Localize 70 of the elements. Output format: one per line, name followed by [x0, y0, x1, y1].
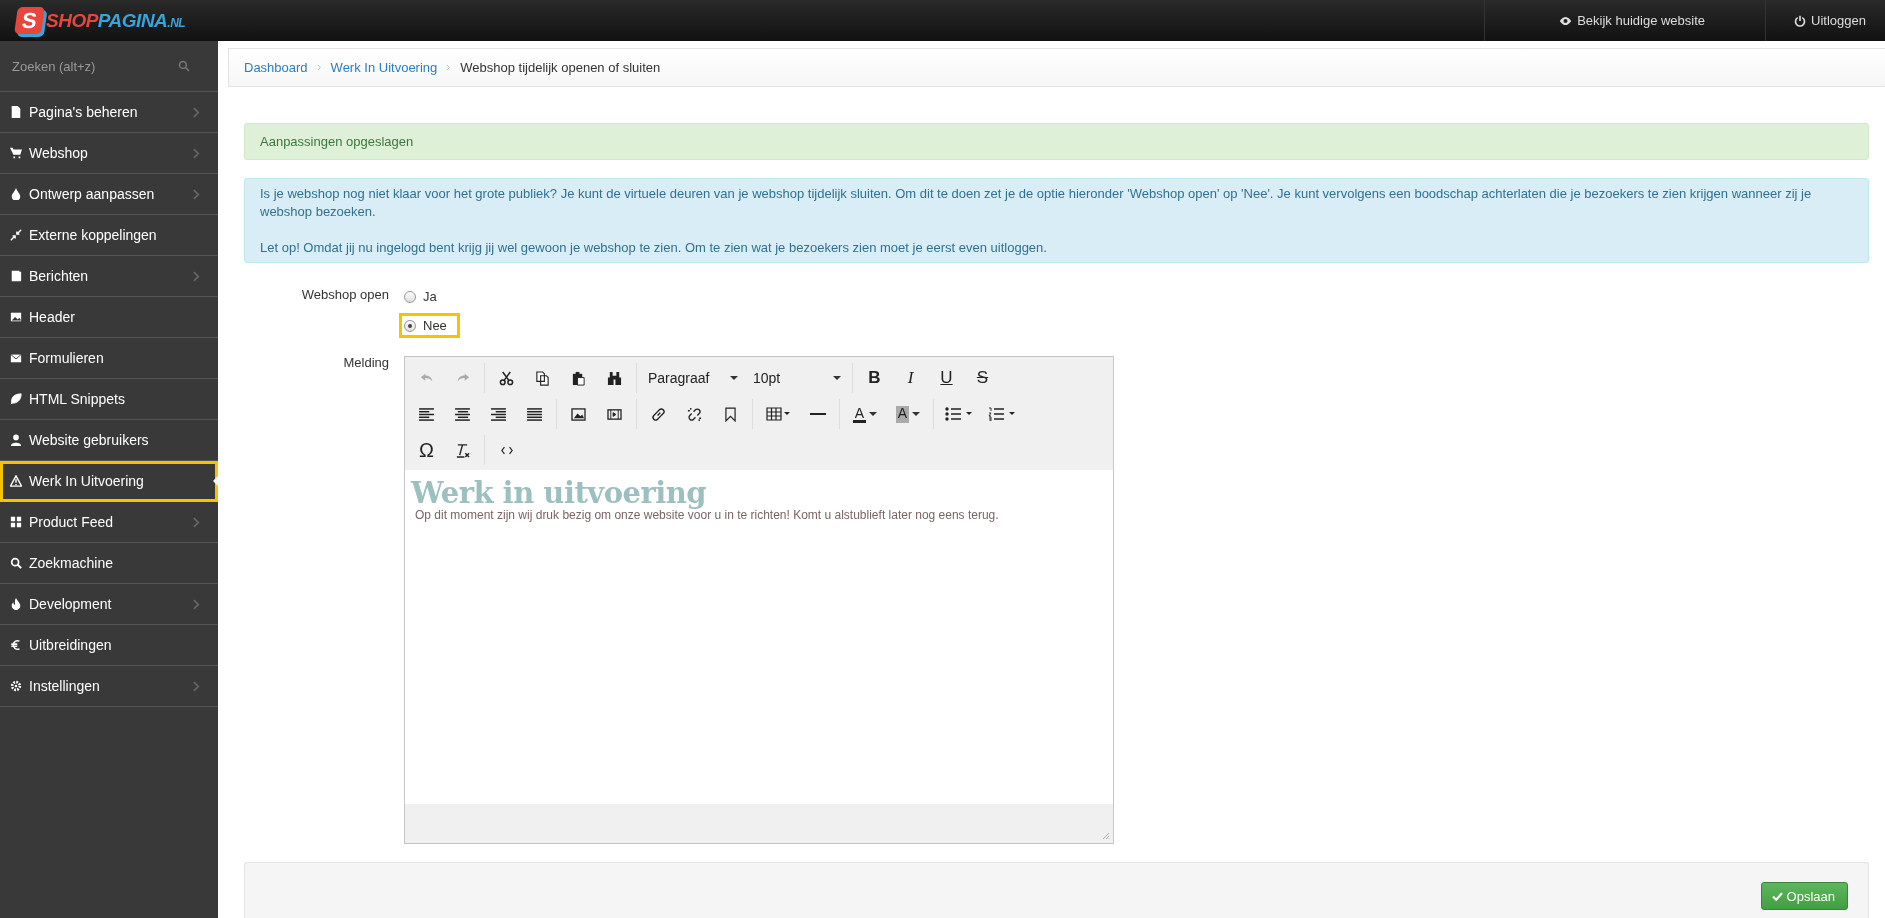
font-size-dropdown[interactable]: 10pt [747, 364, 847, 392]
scissors-icon [499, 370, 514, 386]
format-button[interactable]: S [966, 364, 999, 392]
breadcrumb-current: Webshop tijdelijk openen of sluiten [460, 60, 661, 75]
caret-icon [833, 376, 841, 380]
menu-item-icon [10, 475, 22, 487]
copy-icon [535, 370, 550, 386]
text-color-button[interactable]: A [845, 400, 885, 428]
info-paragraph: Let op! Omdat jij nu ingelogd bent krijg jij wel gewoon je webshop te zien. Om te zien wat je bezoekers zien moet je eerst even uitloggen. [260, 239, 1048, 257]
binoculars-icon [607, 370, 622, 386]
menu-item-icon [10, 311, 22, 323]
logo-text[interactable]: SHOPPAGINA.NL [46, 9, 186, 32]
menu-item-icon [10, 557, 22, 569]
checkmark-icon [1771, 891, 1783, 901]
success-alert: Aanpassingen opgeslagen [244, 123, 1869, 160]
broken-link-icon [687, 406, 702, 422]
menu-item-icon [10, 106, 22, 118]
sidebar-item[interactable]: Werk In Uitvoering [0, 461, 218, 502]
table-icon [766, 407, 790, 421]
caret-icon [912, 412, 921, 416]
special-character-button[interactable]: Ω [410, 436, 443, 464]
background-color-button[interactable]: A [888, 400, 928, 428]
clipboard-icon [571, 370, 586, 386]
menu-item-icon [10, 147, 22, 159]
editor-heading: Werk in uitvoering [411, 478, 708, 508]
breadcrumb-link[interactable]: Dashboard [244, 60, 308, 75]
format-button[interactable]: B [858, 364, 891, 392]
block-format-dropdown[interactable]: Paragraaf [642, 364, 744, 392]
power-icon [1794, 14, 1807, 27]
text-align-icon [491, 407, 506, 421]
search-field[interactable]: Zoeken (alt+z) [10, 57, 164, 75]
eye-icon [1559, 15, 1573, 26]
field-label: Melding [342, 354, 390, 372]
resize-handle-icon[interactable] [1102, 832, 1110, 840]
menu-item-icon [10, 434, 22, 446]
breadcrumb-link[interactable]: Werk In Uitvoering [330, 60, 438, 75]
menu-item-icon [10, 393, 22, 405]
menu-item-icon [10, 352, 22, 364]
numbered-list-icon [988, 407, 1016, 421]
text-align-icon [455, 407, 470, 421]
horizontal-line-icon [809, 412, 826, 416]
info-paragraph: Is je webshop nog niet klaar voor het grote publiek? Je kunt de virtuele deuren van je webshop tijdelijk sluiten. Om dit te doen zet je de optie hieronder 'Webshop open' op 'Nee'. Je kunt vervolgens een boodschap achterlaten die je bezoekers te zien krijgen wanneer zij je webshop bezoeken. [260, 185, 1813, 221]
text-align-icon [419, 407, 434, 421]
format-button[interactable]: U [930, 364, 963, 392]
link-icon [651, 406, 666, 422]
radio-option[interactable]: Nee [399, 313, 460, 338]
bookmark-icon [725, 406, 736, 422]
text-align-icon [527, 407, 542, 421]
menu-item-icon [10, 516, 22, 528]
breadcrumb-separator-icon [446, 64, 452, 71]
menu-item-icon [10, 270, 22, 282]
editor-paragraph: Op dit moment zijn wij druk bezig om onze website voor u in te richten! Komt u alstublieft later nog eens terug. [415, 508, 1000, 522]
menu-item-icon [10, 680, 22, 692]
caret-icon [730, 376, 738, 380]
image-icon [571, 407, 586, 421]
format-button[interactable]: I [894, 364, 927, 392]
logo-mark[interactable]: S [14, 7, 45, 34]
menu-item-icon [10, 598, 22, 610]
clear-formatting-icon [455, 442, 470, 458]
caret-icon [869, 412, 878, 416]
menu-item-icon [10, 188, 22, 200]
code-icon [500, 445, 513, 455]
film-icon [607, 407, 622, 421]
menu-item-icon [10, 639, 22, 651]
bullet-list-icon [945, 407, 973, 421]
field-label: Webshop open [300, 286, 390, 304]
search-icon [178, 60, 190, 72]
menu-item-icon [10, 229, 22, 241]
breadcrumb-separator-icon [316, 64, 322, 71]
radio-option[interactable]: Ja [399, 286, 450, 307]
